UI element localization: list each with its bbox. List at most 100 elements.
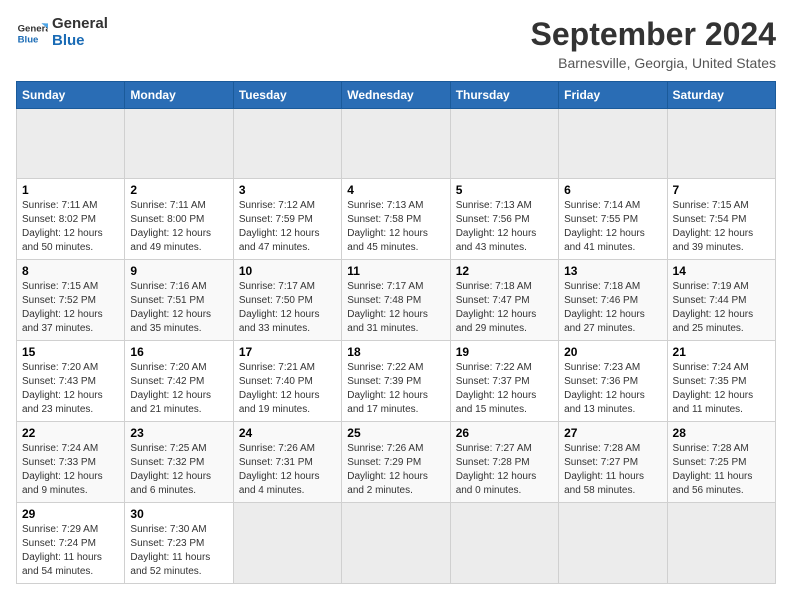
calendar-cell: 2Sunrise: 7:11 AM Sunset: 8:00 PM Daylig… (125, 179, 233, 260)
calendar-cell (342, 503, 450, 584)
day-number: 5 (456, 183, 553, 197)
day-detail: Sunrise: 7:12 AM Sunset: 7:59 PM Dayligh… (239, 200, 320, 253)
day-number: 11 (347, 264, 444, 278)
day-detail: Sunrise: 7:26 AM Sunset: 7:29 PM Dayligh… (347, 443, 428, 496)
day-number: 14 (673, 264, 770, 278)
calendar-table: SundayMondayTuesdayWednesdayThursdayFrid… (16, 81, 776, 584)
day-detail: Sunrise: 7:19 AM Sunset: 7:44 PM Dayligh… (673, 281, 754, 334)
header-cell-sunday: Sunday (17, 82, 125, 109)
calendar-cell (559, 503, 667, 584)
calendar-cell (667, 503, 775, 584)
day-detail: Sunrise: 7:30 AM Sunset: 7:23 PM Dayligh… (130, 524, 210, 577)
header-cell-friday: Friday (559, 82, 667, 109)
day-detail: Sunrise: 7:17 AM Sunset: 7:50 PM Dayligh… (239, 281, 320, 334)
calendar-cell: 15 Sunrise: 7:20 AM Sunset: 7:43 PM Dayli… (17, 341, 125, 422)
header-cell-thursday: Thursday (450, 82, 558, 109)
day-detail: Sunrise: 7:23 AM Sunset: 7:36 PM Dayligh… (564, 362, 645, 415)
calendar-cell (342, 109, 450, 179)
day-detail: Sunrise: 7:13 AM Sunset: 7:56 PM Dayligh… (456, 200, 537, 253)
day-number: 24 (239, 426, 336, 440)
svg-text:Blue: Blue (18, 34, 39, 45)
day-detail: Sunrise: 7:28 AM Sunset: 7:27 PM Dayligh… (564, 443, 644, 496)
calendar-header: SundayMondayTuesdayWednesdayThursdayFrid… (17, 82, 776, 109)
week-row-1: 1 Sunrise: 7:11 AM Sunset: 8:02 PM Daylig… (17, 179, 776, 260)
calendar-body: 1 Sunrise: 7:11 AM Sunset: 8:02 PM Daylig… (17, 109, 776, 584)
week-row-5: 29 Sunrise: 7:29 AM Sunset: 7:24 PM Dayli… (17, 503, 776, 584)
day-number: 30 (130, 507, 227, 521)
day-detail: Sunrise: 7:24 AM Sunset: 7:35 PM Dayligh… (673, 362, 754, 415)
day-number: 8 (22, 264, 119, 278)
calendar-cell: 4 Sunrise: 7:13 AM Sunset: 7:58 PM Daylig… (342, 179, 450, 260)
day-number: 2 (130, 183, 227, 197)
day-detail: Sunrise: 7:22 AM Sunset: 7:37 PM Dayligh… (456, 362, 537, 415)
day-number: 13 (564, 264, 661, 278)
page-subtitle: Barnesville, Georgia, United States (531, 55, 776, 71)
calendar-cell: 28Sunrise: 7:28 AM Sunset: 7:25 PM Dayli… (667, 422, 775, 503)
calendar-cell (125, 109, 233, 179)
calendar-cell (17, 109, 125, 179)
day-number: 21 (673, 345, 770, 359)
day-detail: Sunrise: 7:17 AM Sunset: 7:48 PM Dayligh… (347, 281, 428, 334)
calendar-cell: 22 Sunrise: 7:24 AM Sunset: 7:33 PM Dayli… (17, 422, 125, 503)
day-number: 27 (564, 426, 661, 440)
day-number: 29 (22, 507, 119, 521)
header-cell-saturday: Saturday (667, 82, 775, 109)
day-detail: Sunrise: 7:24 AM Sunset: 7:33 PM Dayligh… (22, 443, 103, 496)
day-detail: Sunrise: 7:26 AM Sunset: 7:31 PM Dayligh… (239, 443, 320, 496)
week-row-4: 22 Sunrise: 7:24 AM Sunset: 7:33 PM Dayli… (17, 422, 776, 503)
calendar-cell: 6 Sunrise: 7:14 AM Sunset: 7:55 PM Daylig… (559, 179, 667, 260)
day-detail: Sunrise: 7:15 AM Sunset: 7:52 PM Dayligh… (22, 281, 103, 334)
calendar-cell (450, 109, 558, 179)
day-number: 20 (564, 345, 661, 359)
day-detail: Sunrise: 7:22 AM Sunset: 7:39 PM Dayligh… (347, 362, 428, 415)
day-detail: Sunrise: 7:18 AM Sunset: 7:47 PM Dayligh… (456, 281, 537, 334)
calendar-cell: 10 Sunrise: 7:17 AM Sunset: 7:50 PM Dayli… (233, 260, 341, 341)
calendar-cell: 7 Sunrise: 7:15 AM Sunset: 7:54 PM Daylig… (667, 179, 775, 260)
calendar-cell: 3Sunrise: 7:12 AM Sunset: 7:59 PM Daylig… (233, 179, 341, 260)
calendar-cell: 11 Sunrise: 7:17 AM Sunset: 7:48 PM Dayli… (342, 260, 450, 341)
day-number: 1 (22, 183, 119, 197)
day-number: 6 (564, 183, 661, 197)
header-cell-tuesday: Tuesday (233, 82, 341, 109)
calendar-cell (667, 109, 775, 179)
calendar-cell: 18Sunrise: 7:22 AM Sunset: 7:39 PM Dayli… (342, 341, 450, 422)
calendar-cell: 21 Sunrise: 7:24 AM Sunset: 7:35 PM Dayli… (667, 341, 775, 422)
calendar-cell: 30 Sunrise: 7:30 AM Sunset: 7:23 PM Dayli… (125, 503, 233, 584)
day-number: 16 (130, 345, 227, 359)
day-detail: Sunrise: 7:20 AM Sunset: 7:42 PM Dayligh… (130, 362, 211, 415)
day-detail: Sunrise: 7:27 AM Sunset: 7:28 PM Dayligh… (456, 443, 537, 496)
calendar-cell: 16 Sunrise: 7:20 AM Sunset: 7:42 PM Dayli… (125, 341, 233, 422)
calendar-cell: 26Sunrise: 7:27 AM Sunset: 7:28 PM Dayli… (450, 422, 558, 503)
header-row: SundayMondayTuesdayWednesdayThursdayFrid… (17, 82, 776, 109)
day-number: 10 (239, 264, 336, 278)
day-detail: Sunrise: 7:11 AM Sunset: 8:02 PM Dayligh… (22, 200, 103, 253)
calendar-cell: 24 Sunrise: 7:26 AM Sunset: 7:31 PM Dayli… (233, 422, 341, 503)
logo: General Blue General Blue (16, 16, 108, 49)
calendar-cell (233, 109, 341, 179)
week-row-3: 15 Sunrise: 7:20 AM Sunset: 7:43 PM Dayli… (17, 341, 776, 422)
logo-text-blue: Blue (52, 33, 108, 50)
calendar-cell (450, 503, 558, 584)
page-title: September 2024 (531, 16, 776, 53)
day-number: 4 (347, 183, 444, 197)
day-detail: Sunrise: 7:14 AM Sunset: 7:55 PM Dayligh… (564, 200, 645, 253)
day-number: 12 (456, 264, 553, 278)
day-number: 23 (130, 426, 227, 440)
day-number: 22 (22, 426, 119, 440)
calendar-cell: 29 Sunrise: 7:29 AM Sunset: 7:24 PM Dayli… (17, 503, 125, 584)
day-detail: Sunrise: 7:18 AM Sunset: 7:46 PM Dayligh… (564, 281, 645, 334)
day-detail: Sunrise: 7:13 AM Sunset: 7:58 PM Dayligh… (347, 200, 428, 253)
day-number: 15 (22, 345, 119, 359)
calendar-cell: 23Sunrise: 7:25 AM Sunset: 7:32 PM Dayli… (125, 422, 233, 503)
calendar-cell: 1 Sunrise: 7:11 AM Sunset: 8:02 PM Daylig… (17, 179, 125, 260)
logo-text-general: General (52, 16, 108, 33)
day-number: 9 (130, 264, 227, 278)
calendar-cell: 17Sunrise: 7:21 AM Sunset: 7:40 PM Dayli… (233, 341, 341, 422)
day-number: 28 (673, 426, 770, 440)
header: General Blue General Blue September 2024… (16, 16, 776, 71)
week-row-0 (17, 109, 776, 179)
day-detail: Sunrise: 7:15 AM Sunset: 7:54 PM Dayligh… (673, 200, 754, 253)
day-detail: Sunrise: 7:29 AM Sunset: 7:24 PM Dayligh… (22, 524, 102, 577)
day-detail: Sunrise: 7:20 AM Sunset: 7:43 PM Dayligh… (22, 362, 103, 415)
day-number: 7 (673, 183, 770, 197)
